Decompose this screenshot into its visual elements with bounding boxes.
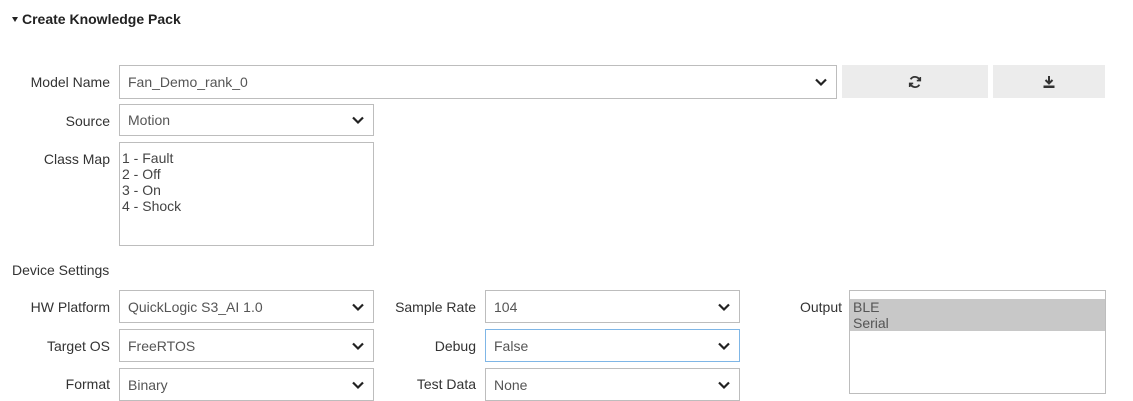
hw-platform-label: HW Platform bbox=[30, 299, 110, 315]
target-os-label: Target OS bbox=[46, 338, 110, 354]
class-map-item: 3 - On bbox=[122, 182, 161, 198]
class-map-item: 4 - Shock bbox=[122, 198, 182, 214]
source-value: Motion bbox=[128, 112, 171, 128]
chevron-down-icon bbox=[718, 342, 730, 350]
format-value: Binary bbox=[128, 376, 168, 393]
sample-rate-label: Sample Rate bbox=[395, 299, 476, 315]
model-name-value: Fan_Demo_rank_0 bbox=[128, 74, 248, 90]
debug-value: False bbox=[494, 337, 529, 354]
hw-platform-select[interactable]: QuickLogic S3_AI 1.0 bbox=[119, 290, 374, 323]
source-select[interactable]: Motion bbox=[119, 104, 374, 136]
output-option[interactable]: BLE bbox=[850, 299, 1105, 315]
model-name-select[interactable]: Fan_Demo_rank_0 bbox=[119, 65, 837, 99]
hw-platform-value: QuickLogic S3_AI 1.0 bbox=[128, 298, 263, 315]
download-button[interactable] bbox=[993, 65, 1105, 98]
output-multiselect[interactable]: BLE Serial bbox=[849, 290, 1106, 394]
test-data-value: None bbox=[494, 376, 528, 393]
device-settings-heading: Device Settings bbox=[12, 262, 110, 278]
section-title[interactable]: Create Knowledge Pack bbox=[12, 11, 181, 27]
chevron-down-icon bbox=[718, 381, 730, 389]
class-map-label: Class Map bbox=[43, 151, 110, 167]
target-os-value: FreeRTOS bbox=[128, 337, 196, 354]
sample-rate-value: 104 bbox=[494, 298, 518, 315]
output-label: Output bbox=[799, 299, 842, 315]
chevron-down-icon bbox=[815, 78, 827, 87]
source-label: Source bbox=[65, 113, 110, 129]
sample-rate-select[interactable]: 104 bbox=[485, 290, 740, 323]
debug-label: Debug bbox=[434, 338, 476, 354]
chevron-down-icon bbox=[352, 381, 364, 389]
target-os-select[interactable]: FreeRTOS bbox=[119, 329, 374, 362]
section-title-text: Create Knowledge Pack bbox=[22, 11, 181, 27]
refresh-icon bbox=[908, 75, 922, 88]
class-map-item: 2 - Off bbox=[122, 166, 161, 182]
refresh-button[interactable] bbox=[842, 65, 988, 98]
test-data-label: Test Data bbox=[416, 376, 476, 392]
format-label: Format bbox=[65, 376, 110, 392]
output-option[interactable]: Serial bbox=[850, 315, 1105, 331]
class-map-item: 1 - Fault bbox=[122, 150, 174, 166]
format-select[interactable]: Binary bbox=[119, 368, 374, 401]
collapse-caret-icon[interactable] bbox=[12, 16, 18, 22]
chevron-down-icon bbox=[718, 303, 730, 311]
class-map-textarea[interactable]: 1 - Fault 2 - Off 3 - On 4 - Shock bbox=[119, 142, 374, 246]
model-name-label: Model Name bbox=[30, 74, 110, 90]
chevron-down-icon bbox=[352, 342, 364, 350]
chevron-down-icon bbox=[352, 303, 364, 311]
debug-select[interactable]: False bbox=[485, 329, 740, 362]
download-icon bbox=[1043, 75, 1055, 88]
chevron-down-icon bbox=[352, 116, 364, 125]
test-data-select[interactable]: None bbox=[485, 368, 740, 401]
